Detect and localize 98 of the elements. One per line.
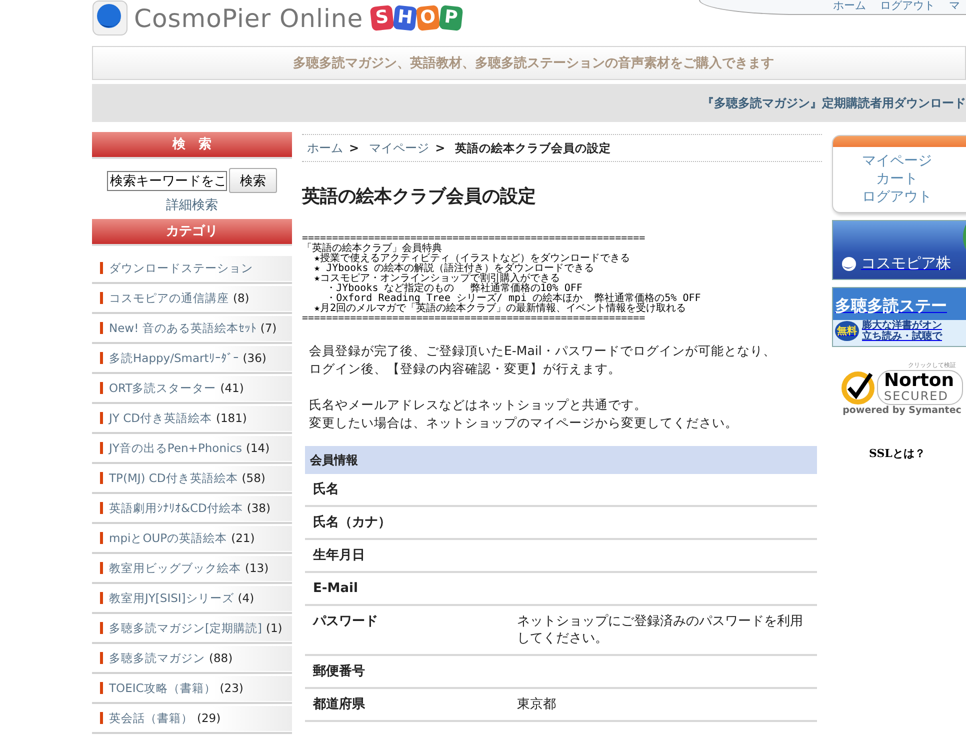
seal-footer: powered by Symantec bbox=[842, 405, 962, 416]
list-marker-icon bbox=[100, 652, 103, 664]
category-count: (14) bbox=[246, 441, 270, 455]
category-name: 多読Happy/Smartﾘｰﾀﾞｰ bbox=[109, 350, 239, 366]
nav-link[interactable]: ログアウト bbox=[880, 0, 935, 14]
search-heading: 検 索 bbox=[92, 132, 292, 159]
perks-text: 「英語の絵本クラブ」会員特典 ★授業で使えるアクティビティ（イラストなど）をダウンロードできる ★ JYbooks の絵本の解説（語注付き）をダウンロードできる ★コスモピア・オンラインショップで割引購入ができる ・JYbooks など指定のもの 弊社通常価格の10% OFF ・Oxford Reading Tree シリーズ/ mpi の絵本ほか 弊社通常価格の5% OFF ★月2回のメルマガで「英語の絵本クラブ」の最新情報、イベント情報を受け取れる bbox=[302, 244, 702, 314]
search-button[interactable]: 検索 bbox=[229, 168, 277, 193]
category-name: JY CD付き英語絵本 bbox=[109, 410, 212, 426]
advanced-search-link[interactable]: 詳細検索 bbox=[92, 196, 292, 214]
category-count: (21) bbox=[231, 531, 255, 545]
banner-text: コスモピア株 bbox=[861, 254, 951, 273]
field-label: 郵便番号 bbox=[305, 655, 509, 688]
page-title: 英語の絵本クラブ会員の設定 bbox=[302, 185, 537, 208]
category-count: (4) bbox=[238, 591, 254, 605]
info-paragraph: 氏名やメールアドレスなどはネットショップと共通です。 変更したい場合は、ネットショップのマイページから変更してください。 bbox=[309, 396, 739, 432]
category-count: (8) bbox=[233, 291, 250, 305]
list-marker-icon bbox=[100, 472, 103, 484]
category-count: (36) bbox=[242, 351, 266, 365]
table-heading: 会員情報 bbox=[305, 446, 817, 474]
list-marker-icon bbox=[100, 262, 103, 274]
field-label: 氏名（カナ） bbox=[305, 506, 509, 539]
list-marker-icon bbox=[100, 592, 103, 604]
list-marker-icon bbox=[100, 412, 103, 424]
category-count: (1) bbox=[266, 621, 282, 635]
list-marker-icon bbox=[100, 442, 103, 454]
category-name: ダウンロードステーション bbox=[109, 260, 253, 276]
list-marker-icon bbox=[100, 622, 103, 634]
category-count: (13) bbox=[245, 561, 269, 575]
list-marker-icon bbox=[100, 292, 103, 304]
category-name: mpiとOUPの英語絵本 bbox=[109, 530, 228, 546]
category-count: (58) bbox=[242, 471, 266, 485]
category-name: TP(MJ) CD付き英語絵本 bbox=[109, 470, 238, 486]
banner-text: 膨大な洋書がオン 立ち読み・試聴で bbox=[862, 320, 942, 342]
category-name: New! 音のある英語絵本ｾｯﾄ bbox=[109, 320, 256, 336]
rule-line: ========================================================= bbox=[302, 234, 646, 244]
logo-icon bbox=[92, 0, 128, 36]
tagline-text: 多聴多読マガジン、英語教材、多聴多読ステーションの音声素材をご購入できます bbox=[293, 54, 774, 72]
category-name: 英語劇用ｼﾅﾘｵ&CD付絵本 bbox=[109, 500, 243, 516]
list-marker-icon bbox=[100, 502, 103, 514]
category-count: (29) bbox=[197, 711, 221, 725]
shop-letter: P bbox=[438, 4, 464, 32]
list-marker-icon bbox=[100, 712, 103, 724]
nav-link[interactable]: ホーム bbox=[833, 0, 866, 14]
breadcrumb-link[interactable]: マイページ bbox=[369, 140, 430, 156]
breadcrumb-current: 英語の絵本クラブ会員の設定 bbox=[455, 140, 612, 156]
category-count: (38) bbox=[246, 501, 270, 515]
list-marker-icon bbox=[100, 562, 103, 574]
shop-letter: O bbox=[416, 4, 440, 32]
info-paragraph: 会員登録が完了後、ご登録頂いたE-Mail・パスワードでログインが可能となり、 ログイン後、【登録の内容確認・変更】が行えます。 bbox=[309, 342, 777, 378]
category-count: (41) bbox=[220, 381, 244, 395]
rule-line: ========================================================= bbox=[302, 314, 646, 324]
list-marker-icon bbox=[100, 352, 103, 364]
company-banner[interactable]: コスモピア株 bbox=[832, 220, 966, 280]
logo-icon bbox=[841, 256, 857, 272]
breadcrumb-link[interactable]: ホーム bbox=[307, 140, 343, 156]
category-count: (23) bbox=[220, 681, 244, 695]
banner-title: 多聴多読ステー bbox=[835, 296, 948, 317]
category-count: (181) bbox=[216, 411, 247, 425]
seal-label: SECURED bbox=[884, 390, 950, 403]
field-label: パスワード bbox=[305, 605, 509, 655]
free-badge: 無料 bbox=[835, 321, 859, 341]
search-field[interactable]: 検索キーワードをこ bbox=[107, 171, 227, 191]
category-count: (88) bbox=[209, 651, 233, 665]
account-menu-link[interactable]: マイページ bbox=[862, 152, 932, 170]
notice-link[interactable]: 『多聴多読マガジン』定期購読者用ダウンロード bbox=[702, 94, 966, 112]
category-name: コスモピアの通信講座 bbox=[109, 290, 229, 306]
category-name: 教室用JY[SISI]シリーズ bbox=[109, 590, 234, 606]
logo-text: CosmoPier Online bbox=[134, 4, 364, 32]
checkmark-icon bbox=[840, 370, 875, 404]
field-label: E-Mail bbox=[305, 572, 509, 605]
category-name: 多聴多読マガジン bbox=[109, 650, 205, 666]
category-heading: カテゴリ bbox=[92, 219, 292, 246]
list-marker-icon bbox=[100, 532, 103, 544]
category-name: 多聴多読マガジン[定期購読] bbox=[109, 620, 262, 636]
ssl-link[interactable]: SSLとは？ bbox=[869, 446, 966, 461]
field-value: ネットショップにご登録済みのパスワードを利用してください。 bbox=[509, 605, 817, 655]
field-label: 氏名 bbox=[305, 474, 509, 506]
category-name: TOEIC攻略（書籍） bbox=[109, 680, 216, 696]
account-menu-link[interactable]: ログアウト bbox=[862, 188, 932, 206]
category-name: JY音の出るPen+Phonics bbox=[109, 440, 242, 456]
seal-brand: Norton bbox=[884, 371, 954, 390]
account-menu-link[interactable]: カート bbox=[876, 170, 918, 188]
breadcrumb-separator: > bbox=[349, 141, 360, 155]
shop-letter: S bbox=[370, 4, 394, 32]
field-label: 都道府県 bbox=[305, 688, 509, 721]
category-name: 英会話（書籍） bbox=[109, 710, 193, 726]
list-marker-icon bbox=[100, 322, 103, 334]
shop-letter: H bbox=[392, 4, 418, 32]
breadcrumb-separator: > bbox=[435, 141, 446, 155]
field-label: 生年月日 bbox=[305, 539, 509, 572]
list-marker-icon bbox=[100, 382, 103, 394]
field-value: 東京都 bbox=[509, 688, 817, 721]
list-marker-icon bbox=[100, 682, 103, 694]
category-name: ORT多読スターター bbox=[109, 380, 216, 396]
category-count: (7) bbox=[260, 321, 277, 335]
category-name: 教室用ビッグブック絵本 bbox=[109, 560, 241, 576]
nav-link[interactable]: マ bbox=[949, 0, 960, 14]
